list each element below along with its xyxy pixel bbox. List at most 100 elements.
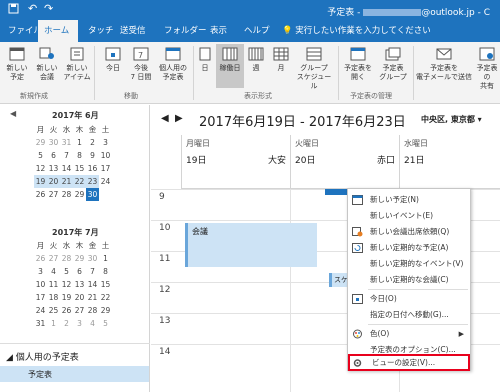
day-cell[interactable]: 22 bbox=[99, 291, 112, 304]
day-cell[interactable]: 27 bbox=[73, 304, 86, 317]
weather-location[interactable]: 中央区, 東京都 ▾ bbox=[421, 114, 482, 125]
day-cell[interactable]: 20 bbox=[47, 175, 60, 188]
next-7-days-button[interactable]: 7 今後 7 日間 bbox=[126, 44, 156, 88]
menu-go-to-date[interactable]: 指定の日付へ移動(G)... bbox=[348, 307, 470, 323]
day-cell[interactable]: 1 bbox=[47, 317, 60, 330]
day-cell[interactable]: 17 bbox=[99, 162, 112, 175]
day-cell[interactable]: 12 bbox=[60, 278, 73, 291]
menu-view-settings[interactable]: ビューの設定(V)... bbox=[348, 354, 470, 371]
next-week-icon[interactable]: ▶ bbox=[175, 113, 183, 124]
day-cell[interactable]: 17 bbox=[34, 291, 47, 304]
day-cell[interactable]: 27 bbox=[47, 252, 60, 265]
workweek-view-button[interactable]: 稼働日 bbox=[216, 44, 244, 88]
day-cell[interactable]: 1 bbox=[73, 136, 86, 149]
day-cell[interactable]: 2 bbox=[60, 317, 73, 330]
prev-month-icon[interactable]: ◀ bbox=[10, 109, 16, 118]
day-cell[interactable]: 29 bbox=[73, 188, 86, 201]
day-cell[interactable]: 30 bbox=[86, 188, 99, 201]
day-cell[interactable]: 26 bbox=[34, 188, 47, 201]
today-button[interactable]: 今日 bbox=[98, 44, 128, 88]
tell-me-box[interactable]: 💡 実行したい作業を入力してください bbox=[276, 20, 437, 42]
event-meeting[interactable]: 会議 bbox=[185, 223, 317, 267]
day-cell[interactable]: 3 bbox=[99, 136, 112, 149]
day-cell[interactable]: 13 bbox=[73, 278, 86, 291]
prev-week-icon[interactable]: ◀ bbox=[161, 113, 169, 124]
tab-send-receive[interactable]: 送受信 bbox=[114, 20, 152, 42]
day-cell[interactable]: 25 bbox=[47, 304, 60, 317]
day-cell[interactable]: 7 bbox=[86, 265, 99, 278]
day-column-monday[interactable]: 月曜日 19日 大安 bbox=[181, 135, 290, 188]
menu-new-appointment[interactable]: 新しい予定(N) bbox=[348, 192, 470, 208]
tab-home[interactable]: ホーム bbox=[38, 20, 78, 42]
day-cell[interactable]: 31 bbox=[60, 136, 73, 149]
day-cell[interactable]: 22 bbox=[73, 175, 86, 188]
day-cell[interactable]: 2 bbox=[86, 136, 99, 149]
day-cell[interactable]: 12 bbox=[34, 162, 47, 175]
menu-new-meeting-request[interactable]: 新しい会議出席依頼(Q) bbox=[348, 224, 470, 240]
redo-icon[interactable]: ↷ bbox=[44, 2, 53, 15]
day-cell[interactable]: 5 bbox=[34, 149, 47, 162]
day-cell[interactable]: 8 bbox=[73, 149, 86, 162]
day-cell[interactable]: 28 bbox=[86, 304, 99, 317]
day-cell[interactable]: 29 bbox=[34, 136, 47, 149]
day-cell[interactable]: 3 bbox=[34, 265, 47, 278]
day-cell[interactable]: 11 bbox=[47, 278, 60, 291]
day-cell[interactable] bbox=[99, 188, 112, 201]
day-cell[interactable]: 28 bbox=[60, 188, 73, 201]
day-cell[interactable]: 14 bbox=[86, 278, 99, 291]
tab-view[interactable]: 表示 bbox=[204, 20, 233, 42]
day-cell[interactable]: 4 bbox=[47, 265, 60, 278]
week-view-button[interactable]: 週 bbox=[246, 44, 266, 88]
day-cell[interactable]: 3 bbox=[73, 317, 86, 330]
menu-new-recurring-meeting[interactable]: 新しい定期的な会議(C) bbox=[348, 272, 470, 288]
day-column-tuesday[interactable]: 火曜日 20日 赤口 bbox=[290, 135, 399, 188]
group-schedule-button[interactable]: グループ スケジュール bbox=[294, 44, 334, 90]
day-cell[interactable]: 30 bbox=[47, 136, 60, 149]
day-cell[interactable]: 18 bbox=[47, 291, 60, 304]
day-cell[interactable]: 26 bbox=[34, 252, 47, 265]
day-cell[interactable]: 24 bbox=[34, 304, 47, 317]
email-calendar-button[interactable]: 予定表を 電子メールで送信 bbox=[416, 44, 472, 88]
day-cell[interactable]: 1 bbox=[99, 252, 112, 265]
menu-new-event[interactable]: 新しいイベント(E) bbox=[348, 208, 470, 224]
day-cell[interactable]: 15 bbox=[73, 162, 86, 175]
open-calendar-button[interactable]: 予定表を 開く bbox=[342, 44, 374, 88]
day-cell[interactable]: 21 bbox=[60, 175, 73, 188]
calendar-item[interactable]: 予定表 bbox=[0, 366, 149, 382]
day-cell[interactable]: 10 bbox=[34, 278, 47, 291]
day-cell[interactable]: 6 bbox=[47, 149, 60, 162]
day-cell[interactable]: 24 bbox=[99, 175, 112, 188]
day-cell[interactable]: 30 bbox=[86, 252, 99, 265]
save-icon[interactable] bbox=[8, 3, 19, 17]
calendar-groups-button[interactable]: 予定表 グループ bbox=[376, 44, 410, 88]
day-cell[interactable]: 14 bbox=[60, 162, 73, 175]
new-meeting-button[interactable]: 新しい 会議 bbox=[32, 44, 62, 88]
day-cell[interactable]: 13 bbox=[47, 162, 60, 175]
day-cell[interactable]: 19 bbox=[34, 175, 47, 188]
menu-new-recurring-event[interactable]: 新しい定期的なイベント(V) bbox=[348, 256, 470, 272]
day-cell[interactable]: 29 bbox=[73, 252, 86, 265]
day-cell[interactable]: 27 bbox=[47, 188, 60, 201]
undo-icon[interactable]: ↶ bbox=[28, 2, 37, 15]
day-cell[interactable]: 19 bbox=[60, 291, 73, 304]
day-cell[interactable]: 16 bbox=[86, 162, 99, 175]
day-cell[interactable]: 15 bbox=[99, 278, 112, 291]
day-cell[interactable]: 28 bbox=[60, 252, 73, 265]
month-view-button[interactable]: 月 bbox=[270, 44, 292, 88]
day-cell[interactable]: 10 bbox=[99, 149, 112, 162]
day-cell[interactable]: 29 bbox=[99, 304, 112, 317]
personal-calendars-section[interactable]: ◢ 個人用の予定表 bbox=[6, 350, 79, 363]
day-cell[interactable]: 21 bbox=[86, 291, 99, 304]
day-cell[interactable]: 7 bbox=[60, 149, 73, 162]
day-cell[interactable]: 5 bbox=[60, 265, 73, 278]
tab-help[interactable]: ヘルプ bbox=[238, 20, 276, 42]
menu-new-recurring-appointment[interactable]: 新しい定期的な予定(A) bbox=[348, 240, 470, 256]
day-cell[interactable]: 31 bbox=[34, 317, 47, 330]
day-cell[interactable]: 5 bbox=[99, 317, 112, 330]
day-cell[interactable]: 6 bbox=[73, 265, 86, 278]
day-cell[interactable]: 9 bbox=[86, 149, 99, 162]
day-cell[interactable]: 26 bbox=[60, 304, 73, 317]
day-column-wednesday[interactable]: 水曜日 21日 bbox=[399, 135, 500, 188]
day-view-button[interactable]: 日 bbox=[196, 44, 214, 88]
menu-color[interactable]: 色(O) ▶ bbox=[348, 326, 470, 342]
